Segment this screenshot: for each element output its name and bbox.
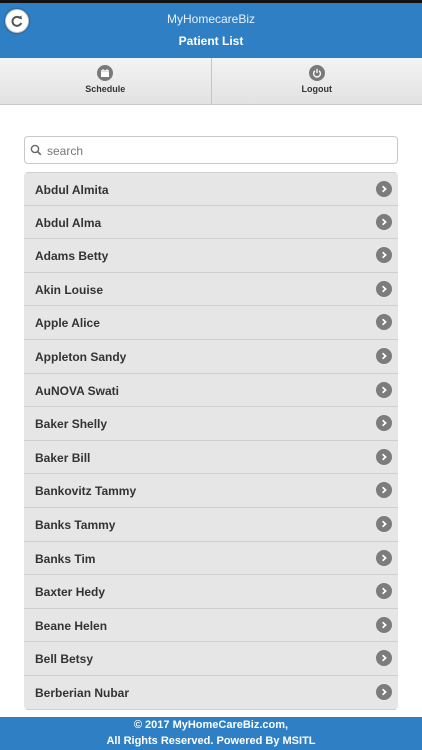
chevron-right-icon bbox=[376, 549, 392, 566]
footer-powered-by: All Rights Reserved. Powered By MSITL bbox=[106, 735, 316, 747]
patient-name: Baxter Hedy bbox=[35, 585, 106, 600]
chevron-right-icon bbox=[376, 482, 392, 499]
app-screen: MyHomecareBiz Patient List Schedule Logo… bbox=[0, 0, 422, 750]
search-icon bbox=[30, 144, 42, 156]
patient-list-item[interactable]: Banks Tim bbox=[24, 541, 398, 576]
chevron-right-icon bbox=[376, 448, 392, 465]
patient-name: Baker Shelly bbox=[35, 417, 108, 432]
patient-list-item[interactable]: Adams Betty bbox=[24, 239, 398, 273]
patient-name: Akin Louise bbox=[35, 282, 104, 297]
chevron-right-icon bbox=[376, 515, 392, 532]
chevron-right-icon bbox=[376, 280, 392, 297]
patient-name: AuNOVA Swati bbox=[35, 383, 120, 398]
chevron-right-icon bbox=[376, 181, 392, 197]
patient-list-item[interactable]: Abdul Almita bbox=[24, 172, 398, 206]
power-icon bbox=[308, 65, 325, 81]
patient-list-item[interactable]: Bankovitz Tammy bbox=[24, 474, 398, 508]
patient-name: Abdul Almita bbox=[35, 183, 109, 197]
chevron-right-icon bbox=[376, 347, 392, 364]
patient-list-item[interactable]: Berberian Nubar bbox=[24, 675, 398, 710]
app-title: MyHomecareBiz bbox=[166, 12, 256, 26]
patient-list-item[interactable]: AuNOVA Swati bbox=[24, 373, 398, 408]
logout-button[interactable]: Logout bbox=[210, 58, 422, 104]
patient-name: Adams Betty bbox=[35, 249, 109, 264]
patient-list-item[interactable]: Baxter Hedy bbox=[24, 575, 398, 609]
patient-name: Beane Helen bbox=[35, 618, 108, 633]
calendar-icon bbox=[97, 65, 114, 81]
chevron-right-icon bbox=[376, 213, 392, 230]
patient-list-item[interactable]: Beane Helen bbox=[24, 608, 398, 643]
header-bar: MyHomecareBiz Patient List bbox=[0, 3, 422, 58]
patient-name: Appleton Sandy bbox=[35, 349, 127, 364]
patient-name: Bankovitz Tammy bbox=[35, 484, 137, 499]
patient-name: Bell Betsy bbox=[35, 652, 94, 667]
footer-copyright: © 2017 MyHomeCareBiz.com, bbox=[133, 719, 289, 731]
chevron-right-icon bbox=[376, 616, 392, 633]
chevron-right-icon bbox=[376, 415, 392, 432]
patient-list-item[interactable]: Appleton Sandy bbox=[24, 339, 398, 374]
chevron-right-icon bbox=[376, 650, 392, 667]
patient-list-item[interactable]: Abdul Alma bbox=[24, 205, 398, 240]
patient-list-item[interactable]: Apple Alice bbox=[24, 306, 398, 340]
patient-name: Berberian Nubar bbox=[35, 685, 130, 700]
patient-name: Baker Bill bbox=[35, 450, 91, 465]
patient-list-item[interactable]: Baker Bill bbox=[24, 440, 398, 475]
patient-name: Banks Tim bbox=[35, 551, 96, 566]
chevron-right-icon bbox=[376, 314, 392, 331]
chevron-right-icon bbox=[376, 381, 392, 398]
chevron-right-icon bbox=[376, 247, 392, 264]
patient-name: Apple Alice bbox=[35, 316, 100, 331]
patient-name: Abdul Alma bbox=[35, 215, 102, 230]
schedule-label: Schedule bbox=[85, 84, 126, 94]
patient-name: Banks Tammy bbox=[35, 517, 116, 532]
page-title: Patient List bbox=[178, 34, 244, 48]
logout-label: Logout bbox=[301, 84, 333, 94]
search-input[interactable] bbox=[45, 140, 389, 162]
search-box bbox=[24, 136, 398, 164]
footer: © 2017 MyHomeCareBiz.com, All Rights Res… bbox=[0, 717, 422, 750]
chevron-right-icon bbox=[376, 683, 392, 700]
patient-list: Abdul Almita Abdul Alma Adams Betty Akin Lo… bbox=[24, 172, 398, 710]
chevron-right-icon bbox=[376, 583, 392, 600]
patient-list-item[interactable]: Bell Betsy bbox=[24, 642, 398, 676]
patient-list-item[interactable]: Baker Shelly bbox=[24, 407, 398, 441]
nav-bar: Schedule Logout bbox=[0, 58, 422, 105]
patient-list-item[interactable]: Akin Louise bbox=[24, 272, 398, 307]
schedule-button[interactable]: Schedule bbox=[0, 58, 211, 104]
patient-list-item[interactable]: Banks Tammy bbox=[24, 507, 398, 542]
